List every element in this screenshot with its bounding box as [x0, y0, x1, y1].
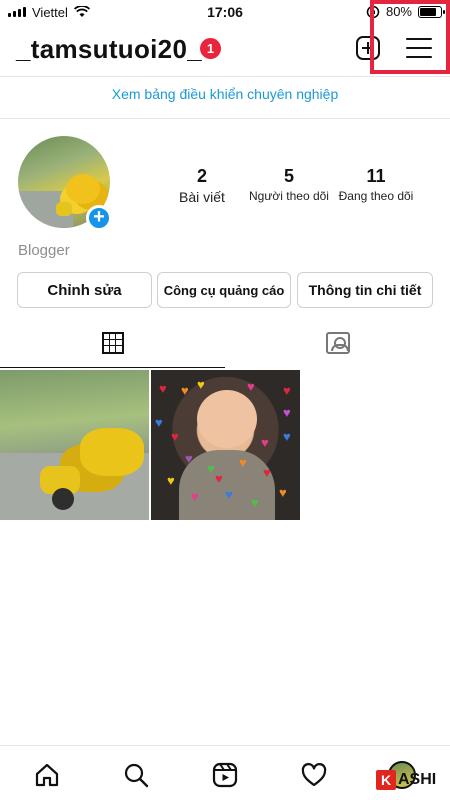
- tab-tagged[interactable]: [225, 318, 450, 368]
- hamburger-menu-icon[interactable]: [406, 38, 432, 58]
- watermark-k: K: [376, 770, 396, 790]
- watermark-logo: K ASHI: [376, 770, 436, 790]
- posts-count-stat[interactable]: 2 Bài viết: [157, 166, 247, 205]
- followers-stat[interactable]: 5 Người theo dõi: [244, 166, 334, 203]
- search-icon[interactable]: [120, 760, 152, 790]
- post-thumbnail-scooter-flowers[interactable]: [0, 370, 149, 520]
- divider: [0, 118, 450, 119]
- reels-icon[interactable]: [209, 760, 241, 790]
- following-count: 11: [366, 166, 386, 186]
- profile-header: _tamsutuoi20_ 1: [0, 0, 450, 76]
- profile-category: Blogger: [18, 242, 70, 259]
- post-thumbnail-child-hearts[interactable]: ♥ ♥ ♥ ♥ ♥ ♥ ♥ ♥ ♥ ♥ ♥ ♥ ♥ ♥ ♥ ♥ ♥ ♥ ♥ ♥: [151, 370, 300, 520]
- tagged-person-icon: [325, 332, 350, 354]
- professional-dashboard-link[interactable]: Xem bảng điều khiển chuyên nghiệp: [0, 86, 450, 102]
- followers-count: 5: [283, 166, 294, 186]
- edit-profile-button[interactable]: Chỉnh sửa: [17, 272, 152, 308]
- watermark-text: ASHI: [398, 771, 437, 788]
- grid-icon: [101, 331, 124, 354]
- posts-label: Bài viết: [179, 189, 225, 205]
- following-label: Đang theo dõi: [338, 189, 414, 203]
- wifi-icon: [73, 6, 90, 17]
- following-stat[interactable]: 11 Đang theo dõi: [331, 166, 421, 203]
- menu-highlight-box: [370, 0, 450, 74]
- insights-button[interactable]: Thông tin chi tiết: [297, 272, 433, 308]
- signal-icon: [8, 7, 26, 17]
- ad-tools-button[interactable]: Công cụ quảng cáo: [157, 272, 291, 308]
- posts-count: 2: [196, 166, 207, 186]
- divider: [0, 76, 450, 77]
- tab-posts-grid[interactable]: [0, 318, 225, 368]
- add-story-icon[interactable]: +: [86, 205, 112, 231]
- profile-username[interactable]: _tamsutuoi20_: [16, 34, 202, 65]
- carrier-label: Viettel: [32, 4, 68, 20]
- home-icon[interactable]: [31, 760, 63, 790]
- notification-badge[interactable]: 1: [200, 38, 221, 59]
- activity-heart-icon[interactable]: [298, 760, 330, 790]
- followers-label: Người theo dõi: [249, 189, 329, 203]
